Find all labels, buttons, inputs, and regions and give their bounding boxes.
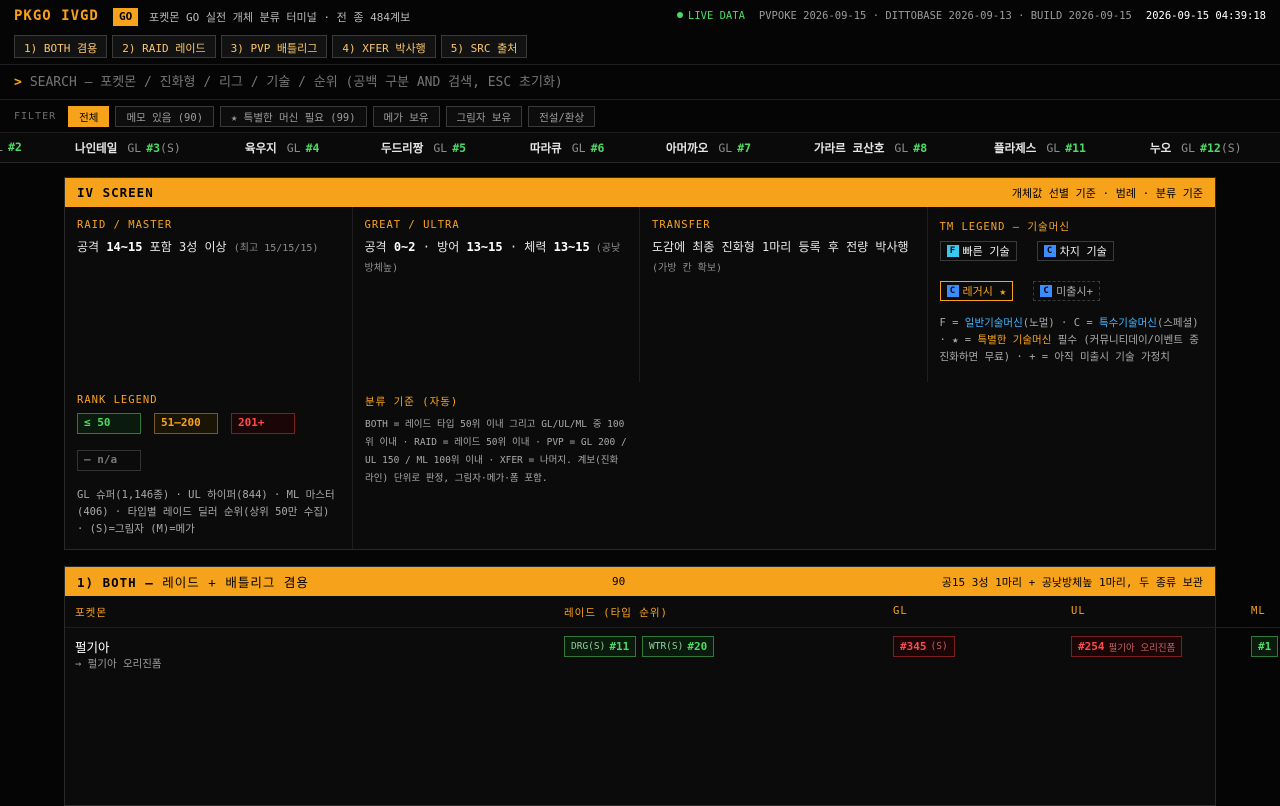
- filter-chip-memo[interactable]: 메모 있음 (90): [115, 105, 215, 127]
- tm-fast-chip: F 빠른 기술: [939, 241, 1017, 261]
- tm-legacy-chip: C 레거시 ★: [939, 281, 1014, 301]
- main-nav: 1) BOTH 겸용 2) RAID 레이드 3) PVP 배틀리그 4) XF…: [14, 35, 528, 58]
- fast-tm-icon: F: [946, 245, 959, 257]
- filter-chip-mega[interactable]: 메가 보유: [372, 105, 440, 127]
- rank-legend: RANK LEGEND ≤ 50 51–200 201+ — n/a GL 슈퍼(1…: [65, 382, 353, 549]
- transfer-text: 도감에 최종 진화형 1마리 등록 후 전량 박사행 (가방 칸 확보): [652, 240, 909, 274]
- col-ml[interactable]: ML: [1251, 605, 1266, 617]
- filter-chip-legendary[interactable]: 전설/환상: [528, 105, 596, 127]
- rank-legend-description: GL 슈퍼(1,146종) · UL 하이퍼(844) · ML 마스터(406…: [77, 489, 335, 535]
- iv-panel-header: IV SCREEN 개체값 선별 기준 · 범례 · 분류 기준: [65, 178, 1215, 207]
- transfer-label: TRANSFER: [652, 219, 711, 231]
- tab-xfer[interactable]: 4) XFER 박사행: [332, 35, 436, 58]
- tab-src[interactable]: 5) SRC 출처: [440, 35, 528, 58]
- filter-bar: FILTER 전체 메모 있음 (90) ★ 특별한 머신 필요 (99) 메가…: [0, 100, 1280, 133]
- tab-both[interactable]: 1) BOTH 겸용: [14, 35, 108, 58]
- charged-tm-icon: C: [1043, 245, 1056, 257]
- pokemon-name[interactable]: 펄기아: [75, 637, 110, 656]
- live-label: LIVE DATA: [688, 10, 745, 22]
- live-indicator: LIVE DATA: [677, 10, 745, 22]
- filter-label: FILTER: [14, 110, 57, 122]
- ticker-item[interactable]: 누오 GL #12(S): [1150, 140, 1242, 156]
- auto-classification: 분류 기준 (자동) BOTH = 레이드 타입 50위 이내 그리고 GL/U…: [353, 382, 641, 549]
- ul-rank-tag: #254 펄기아 오리진폼: [1071, 636, 1183, 657]
- table-row[interactable]: 펄기아 → 펄기아 오리진폼 DRG(S) #11 WTR(S) #20 #345(…: [65, 628, 1279, 676]
- clock: 2026-09-15 04:39:18: [1145, 10, 1266, 22]
- gl-rank-tag: #345 (S): [893, 636, 955, 657]
- col-ul[interactable]: UL: [1071, 605, 1086, 617]
- filter-chip-elite-tm[interactable]: ★ 특별한 머신 필요 (99): [220, 105, 367, 127]
- both-table-header: 포켓몬 레이드 (타입 순위) GL UL ML: [65, 596, 1280, 628]
- status-area: LIVE DATA PVPOKE 2026-09-15 · DITTOBASE …: [677, 10, 1266, 22]
- both-header: 1) BOTH — 레이드 + 배틀리그 겸용 90 공15 3성 1마리 + …: [65, 567, 1215, 596]
- col-gl[interactable]: GL: [893, 605, 908, 617]
- evolution-target: → 펄기아 오리진폼: [75, 658, 162, 670]
- iv-panel-note: 개체값 선별 기준 · 범례 · 분류 기준: [1011, 186, 1203, 200]
- iv-screen-panel: IV SCREEN 개체값 선별 기준 · 범례 · 분류 기준 RAID / …: [64, 177, 1216, 550]
- tab-pvp[interactable]: 3) PVP 배틀리그: [220, 35, 328, 58]
- raid-criteria-label: RAID / MASTER: [77, 219, 173, 231]
- both-section: 1) BOTH — 레이드 + 배틀리그 겸용 90 공15 3성 1마리 + …: [64, 566, 1280, 806]
- iv-legend-row: RANK LEGEND ≤ 50 51–200 201+ — n/a GL 슈퍼(1…: [65, 382, 1215, 549]
- data-versions: PVPOKE 2026-09-15 · DITTOBASE 2026-09-13…: [758, 10, 1132, 22]
- ticker-item[interactable]: 플라제스 GL #11: [994, 140, 1086, 156]
- auto-classification-label: 분류 기준 (자동): [365, 396, 459, 408]
- ticker-item[interactable]: 아머까오 GL #7: [666, 140, 751, 156]
- tm-legend-label: TM LEGEND — 기술머신: [939, 221, 1070, 233]
- filter-chip-shadow[interactable]: 그림자 보유: [445, 105, 523, 127]
- ticker-item[interactable]: L#2: [0, 140, 22, 154]
- raid-rank-tag: WTR(S) #20: [642, 636, 715, 657]
- rank-na-chip: — n/a: [77, 450, 141, 471]
- tab-raid[interactable]: 2) RAID 레이드: [112, 35, 216, 58]
- rank-mid-chip: 51–200: [154, 413, 218, 434]
- rank-bad-chip: 201+: [231, 413, 295, 434]
- rank-ticker: L#2 나인테일GL#3(S) 육우지GL#4 두드리짱GL#5 따라큐GL#6…: [0, 133, 1280, 163]
- raid-criteria: RAID / MASTER 공격 14~15 포함 3성 이상 (최고 15/1…: [65, 207, 353, 382]
- raid-criteria-text: 공격 14~15 포함 3성 이상 (최고 15/15/15): [77, 240, 319, 254]
- raid-rank-tag: DRG(S) #11: [564, 636, 637, 657]
- rank-chip-row: ≤ 50 51–200 201+ — n/a: [77, 413, 340, 487]
- unreleased-tm-icon: C: [1040, 285, 1053, 297]
- both-title: 1) BOTH — 레이드 + 배틀리그 겸용: [77, 575, 309, 590]
- auto-classification-description: BOTH = 레이드 타입 50위 이내 그리고 GL/UL/ML 중 100위…: [365, 419, 627, 484]
- great-ultra-label: GREAT / ULTRA: [364, 219, 460, 231]
- rank-legend-label: RANK LEGEND: [77, 394, 158, 406]
- filter-chip-all[interactable]: 전체: [68, 105, 110, 127]
- col-raid[interactable]: 레이드 (타입 순위): [564, 605, 668, 620]
- ticker-item[interactable]: 따라큐 GL #6: [530, 140, 604, 156]
- go-badge: GO: [113, 8, 139, 26]
- search-input[interactable]: [29, 74, 1130, 90]
- prompt-icon: >: [14, 74, 22, 90]
- great-ultra-criteria: GREAT / ULTRA 공격 0~2 · 방어 13~15 · 체력 13~…: [353, 207, 640, 382]
- transfer-criteria: TRANSFER 도감에 최종 진화형 1마리 등록 후 전량 박사행 (가방 …: [640, 207, 928, 382]
- tm-charged-chip: C 차지 기술: [1036, 241, 1114, 261]
- ticker-item[interactable]: 두드리짱 GL #5: [381, 140, 466, 156]
- app-brand: PKGO IVGD: [14, 8, 99, 24]
- tm-unreleased-chip: C 미출시+: [1033, 281, 1101, 301]
- ticker-item[interactable]: 육우지 GL #4: [245, 140, 319, 156]
- ticker-item[interactable]: 나인테일 GL #3(S): [75, 140, 181, 156]
- iv-panel-title: IV SCREEN: [77, 185, 154, 200]
- both-count: 90: [612, 575, 626, 588]
- top-bar: PKGO IVGD GO 포켓몬 GO 실전 개체 분류 터미널 · 전 종 4…: [0, 0, 1280, 65]
- ml-rank-tag: #1: [1251, 636, 1279, 657]
- iv-criteria-row: RAID / MASTER 공격 14~15 포함 3성 이상 (최고 15/1…: [65, 207, 1215, 382]
- legacy-tm-icon: C: [946, 285, 959, 297]
- tm-legend-description: F = 일반기술머신(노멀) · C = 특수기술머신(스페셜) · ★ = 특…: [939, 317, 1199, 363]
- rank-good-chip: ≤ 50: [77, 413, 141, 434]
- tm-legend: TM LEGEND — 기술머신 F 빠른 기술 C 차지 기술 C 레거시 ★ C미…: [928, 207, 1216, 382]
- ticker-item[interactable]: 가라르 코산호 GL #8: [814, 140, 927, 156]
- great-ultra-text: 공격 0~2 · 방어 13~15 · 체력 13~15 (공낮방체높): [364, 240, 621, 274]
- both-note: 공15 3성 1마리 + 공낮방체높 1마리, 두 종류 보관: [941, 575, 1203, 589]
- search-bar: >: [0, 65, 1280, 100]
- live-dot-icon: [677, 12, 683, 18]
- app-subtitle: 포켓몬 GO 실전 개체 분류 터미널 · 전 종 484계보: [149, 11, 411, 24]
- col-pokemon[interactable]: 포켓몬: [75, 605, 107, 620]
- tm-chip-row: F 빠른 기술 C 차지 기술 C 레거시 ★ C 미출시+: [939, 241, 1204, 301]
